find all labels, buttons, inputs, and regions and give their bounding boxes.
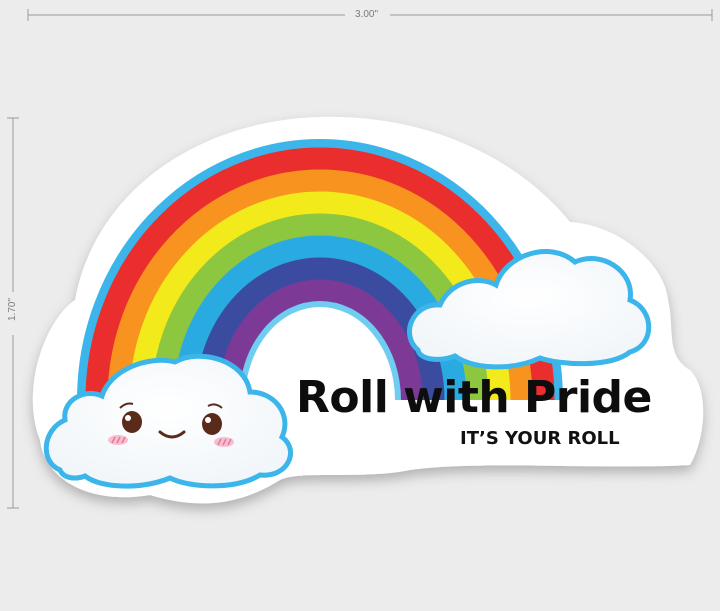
sticker-subtitle: IT’S YOUR ROLL [460,428,620,449]
sticker-artwork [7,9,713,509]
sticker-title: Roll with Pride [296,372,652,423]
height-dimension-label: 1.70" [7,294,19,325]
product-preview: 3.00" 1.70" Roll with Pride IT’S YOUR RO… [0,0,720,611]
width-dimension-label: 3.00" [351,9,383,20]
